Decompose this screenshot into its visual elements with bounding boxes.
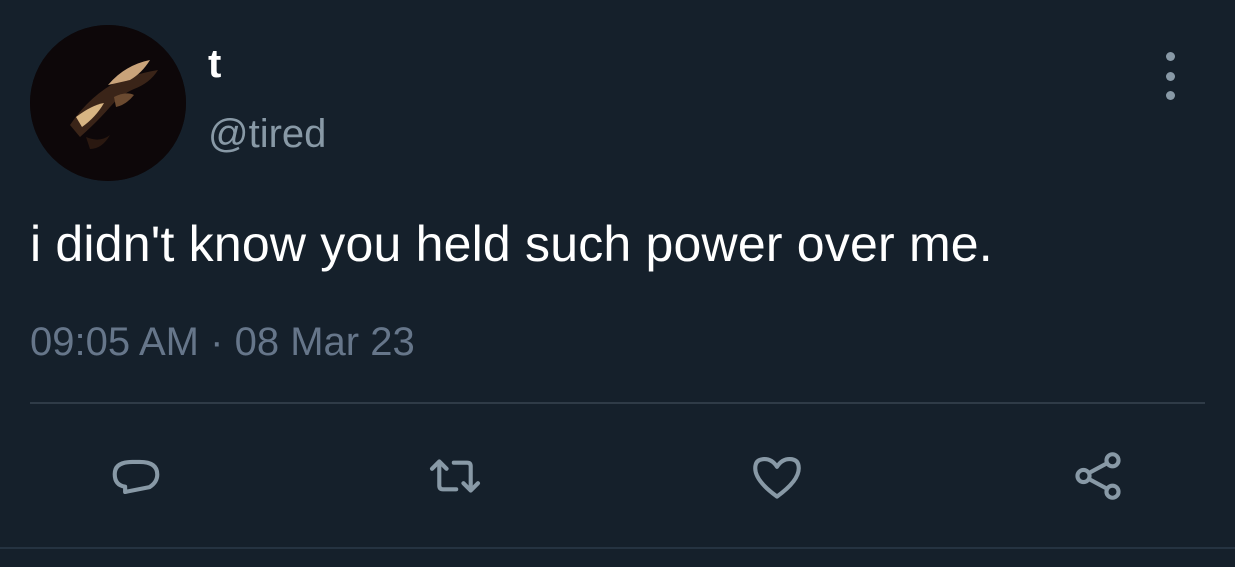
share-icon bbox=[1075, 452, 1121, 500]
user-handle[interactable]: @tired bbox=[208, 110, 326, 158]
tweet-time: 09:05 AM bbox=[30, 320, 200, 364]
heart-icon bbox=[753, 457, 801, 499]
tweet-text: i didn't know you held such power over m… bbox=[30, 216, 993, 272]
profile-photo-icon bbox=[30, 25, 186, 181]
retweet-button[interactable] bbox=[425, 446, 485, 506]
tweet-timestamp: 09:05 AM · 08 Mar 23 bbox=[30, 318, 415, 366]
more-dot bbox=[1165, 71, 1175, 81]
more-options-button[interactable] bbox=[1152, 52, 1188, 100]
tweet-date: 08 Mar 23 bbox=[234, 320, 415, 364]
reply-button[interactable] bbox=[106, 446, 166, 506]
more-dot bbox=[1165, 91, 1175, 100]
avatar[interactable] bbox=[30, 25, 186, 181]
divider bbox=[30, 402, 1205, 404]
share-button[interactable] bbox=[1068, 446, 1128, 506]
like-button[interactable] bbox=[747, 446, 807, 506]
tweet-card: t @tired i didn't know you held such pow… bbox=[0, 0, 1235, 567]
meta-separator: · bbox=[210, 320, 224, 364]
display-name[interactable]: t bbox=[208, 40, 221, 88]
more-dot bbox=[1165, 52, 1175, 61]
speech-bubble-icon bbox=[112, 459, 160, 495]
retweet-icon bbox=[429, 459, 481, 493]
bottom-divider bbox=[0, 547, 1235, 549]
